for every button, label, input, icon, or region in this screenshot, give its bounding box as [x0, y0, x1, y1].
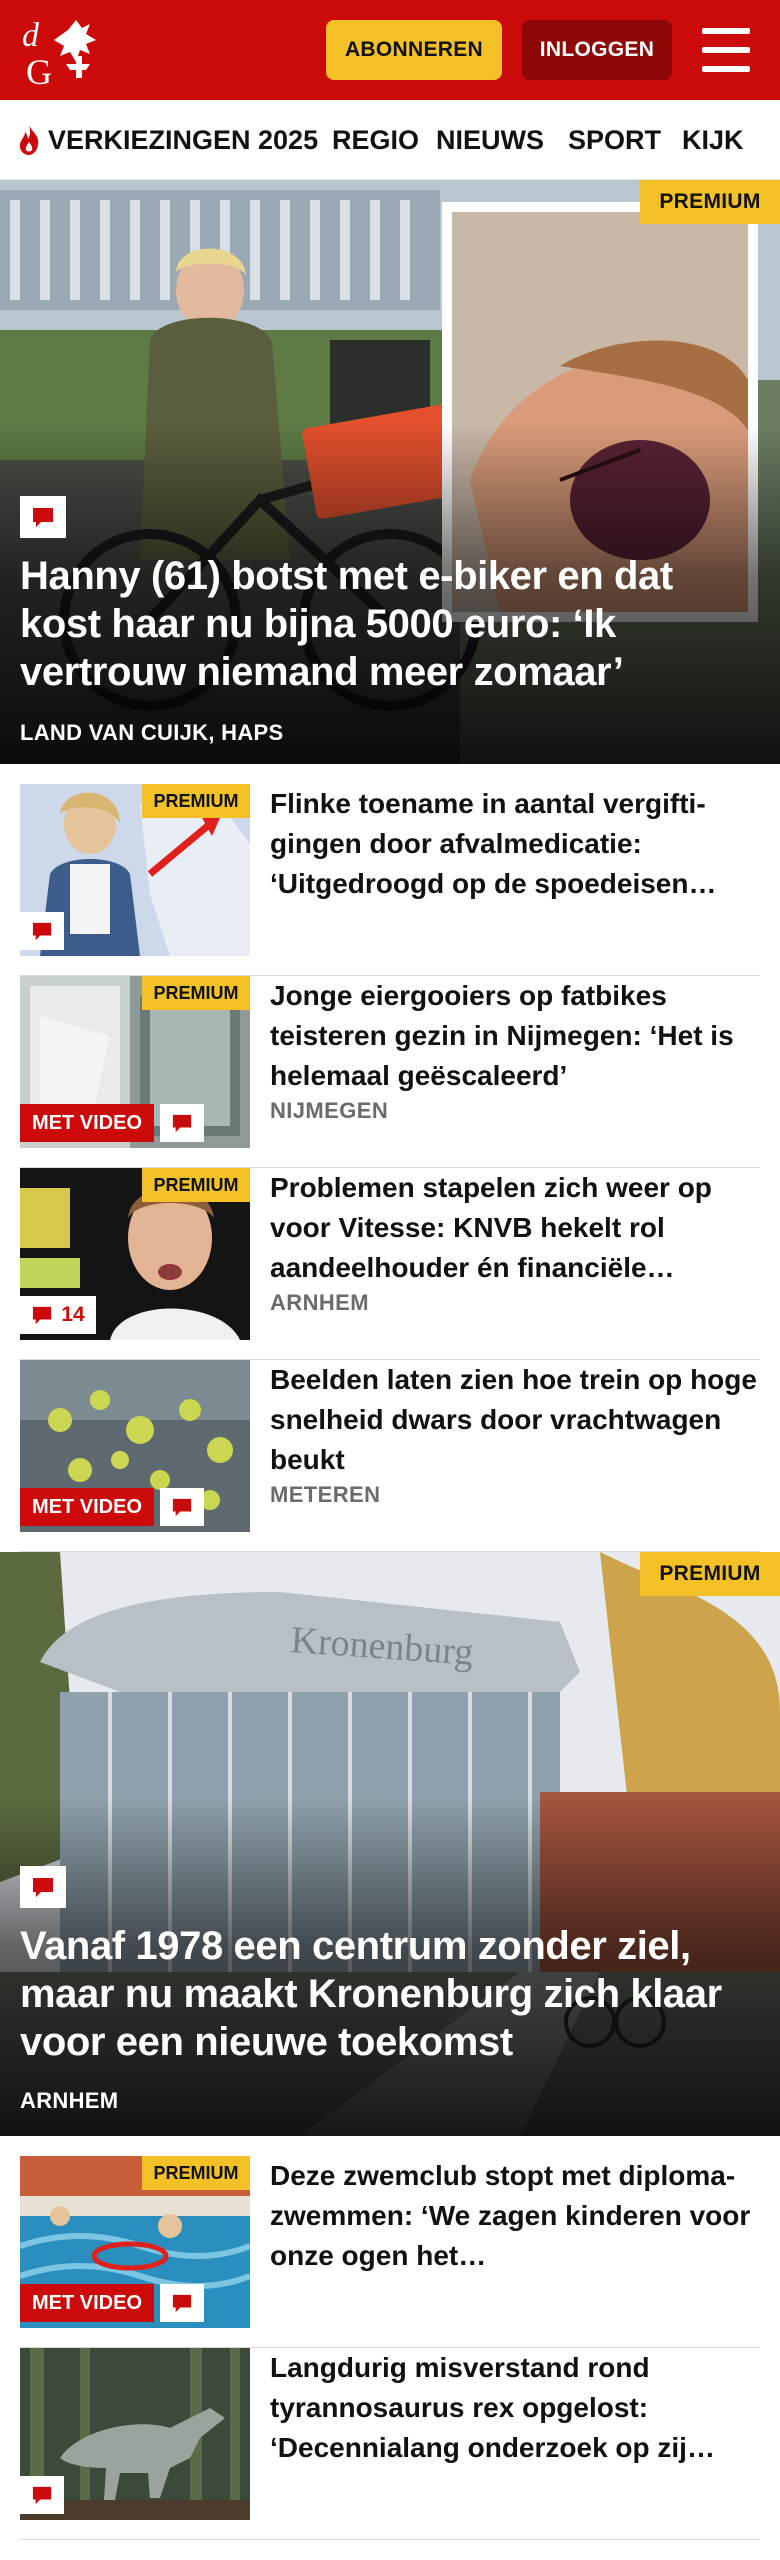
comment-icon [20, 2476, 64, 2514]
article-thumbnail: PREMIUM [20, 784, 250, 956]
comment-icon [160, 2284, 204, 2322]
hero-location: LAND VAN CUIJK, HAPS [20, 720, 284, 745]
list-item[interactable]: PREMIUM MET VIDEO Deze zwemclub stopt me… [20, 2156, 760, 2348]
article-location: METEREN [270, 1482, 381, 1507]
article-title[interactable]: Deze zwemclub stopt met diploma-zwemmen:… [270, 2156, 760, 2276]
article-thumbnail [20, 2348, 250, 2520]
nav-item-label: REGIO [332, 124, 420, 155]
nav-item-label: KIJK [682, 124, 744, 155]
dg-logo[interactable]: d G [20, 12, 116, 88]
premium-badge: PREMIUM [142, 2156, 250, 2190]
list-item[interactable]: PREMIUM MET VIDEO Jonge eiergooiers op f… [20, 976, 760, 1168]
article-location: NIJMEGEN [270, 1098, 389, 1123]
premium-badge: PREMIUM [640, 1552, 780, 1596]
article-title[interactable]: Jonge eiergooiers op fatbikes teisteren … [270, 976, 760, 1096]
premium-badge: PREMIUM [142, 976, 250, 1010]
flame-icon [19, 125, 39, 155]
svg-text:d: d [22, 17, 40, 54]
hero-location: ARNHEM [20, 2088, 119, 2113]
subscribe-button[interactable]: ABONNEREN [326, 20, 502, 80]
comment-count-value: 14 [61, 1303, 85, 1326]
premium-badge: PREMIUM [142, 784, 250, 818]
comment-icon [20, 912, 64, 950]
article-thumbnail: PREMIUM MET VIDEO [20, 976, 250, 1148]
menu-icon[interactable] [698, 24, 754, 76]
comment-icon [20, 496, 66, 538]
comment-icon [160, 1104, 204, 1142]
hero-article[interactable]: PREMIUM Hanny (61) botst met e-biker en … [0, 180, 780, 764]
nav-item-label: SPORT [568, 124, 662, 155]
login-button[interactable]: INLOGGEN [522, 20, 672, 80]
hero-title[interactable]: Hanny (61) botst met e-biker en dat kost… [20, 552, 754, 696]
list-item[interactable]: PREMIUM 14 Problemen stapelen zich weer … [20, 1168, 760, 1360]
nav-item-label: NIEUWS [436, 124, 544, 155]
premium-badge: PREMIUM [640, 180, 780, 224]
article-location: ARNHEM [270, 1290, 369, 1315]
top-bar: d G ABONNEREN INLOGGEN [0, 0, 780, 100]
comment-icon [33, 1306, 52, 1325]
nav-item-verkiezingen[interactable]: VERKIEZINGEN 2025 [16, 100, 319, 179]
nav-item-nieuws[interactable]: NIEUWS [436, 100, 544, 179]
video-badge: MET VIDEO [20, 2284, 155, 2322]
comment-count: 14 [20, 1296, 96, 1334]
hero-title[interactable]: Vanaf 1978 een centrum zonder ziel, maar… [20, 1922, 754, 2066]
article-thumbnail: PREMIUM MET VIDEO [20, 2156, 250, 2328]
video-badge: MET VIDEO [20, 1488, 155, 1526]
article-thumbnail: MET VIDEO [20, 1360, 250, 1532]
nav-item-kijk[interactable]: KIJK [682, 100, 744, 179]
nav-item-sport[interactable]: SPORT [568, 100, 662, 179]
comment-icon [160, 1488, 204, 1526]
section-nav: VERKIEZINGEN 2025 REGIO NIEUWS SPORT KIJ… [0, 100, 780, 180]
video-badge: MET VIDEO [20, 1104, 155, 1142]
article-title[interactable]: Langdurig misverstand rond tyrannosaurus… [270, 2348, 760, 2468]
article-title[interactable]: Beelden laten zien hoe trein op hoge sne… [270, 1360, 760, 1480]
list-item[interactable]: Langdurig misverstand rond tyrannosaurus… [20, 2348, 760, 2540]
article-title[interactable]: Flinke toename in aantal vergifti­gingen… [270, 784, 760, 904]
svg-text:G: G [26, 52, 52, 88]
article-title[interactable]: Problemen stapelen zich weer op voor Vit… [270, 1168, 760, 1288]
premium-badge: PREMIUM [142, 1168, 250, 1202]
nav-item-regio[interactable]: REGIO [332, 100, 420, 179]
list-item[interactable]: MET VIDEO Beelden laten zien hoe trein o… [20, 1360, 760, 1552]
comment-icon [20, 1866, 66, 1908]
article-thumbnail: PREMIUM 14 [20, 1168, 250, 1340]
list-item[interactable]: PREMIUM Flinke toename in aantal vergift… [20, 784, 760, 976]
hero-article[interactable]: Kronenburg PREMIUM Vanaf 1978 een centru… [0, 1552, 780, 2136]
nav-item-label: VERKIEZINGEN 2025 [48, 124, 319, 155]
